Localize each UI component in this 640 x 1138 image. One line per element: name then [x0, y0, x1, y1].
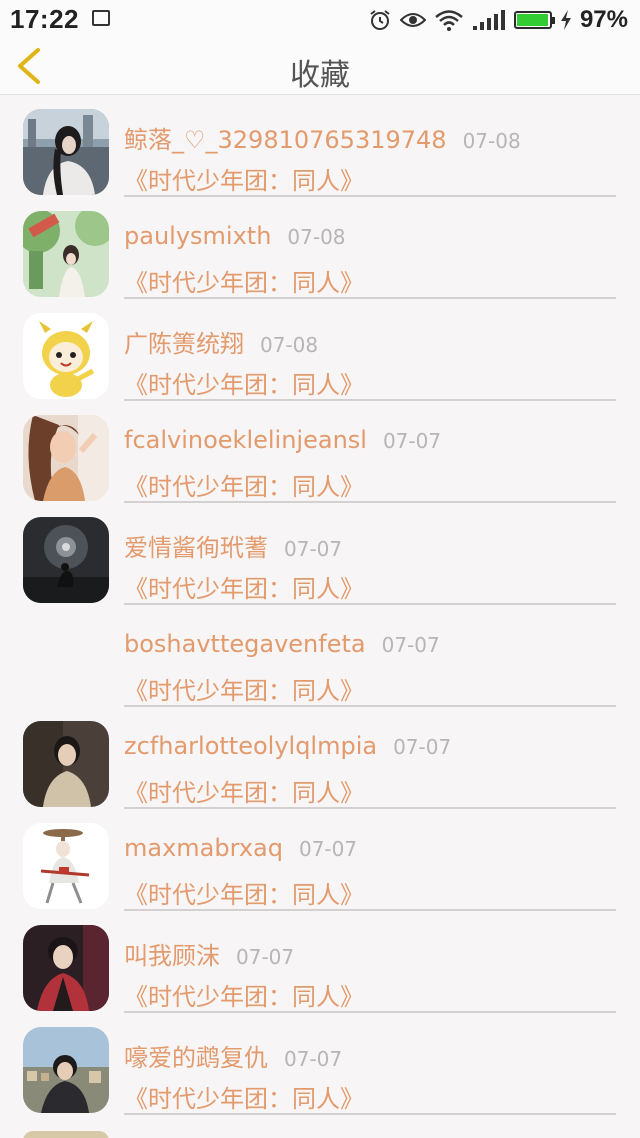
favorite-date: 07-08 [287, 225, 346, 249]
list-item[interactable]: 爱情酱徇玳蓍 07-07 《时代少年团：同人》 [0, 503, 640, 605]
avatar[interactable] [23, 1027, 109, 1113]
list-item[interactable]: 广陈箦统翔 07-08 《时代少年团：同人》 [0, 299, 640, 401]
user-name: fcalvinoeklelinjeansl [124, 426, 367, 454]
book-title[interactable]: 《时代少年团：同人》 [124, 1079, 364, 1114]
favorite-date: 07-07 [382, 429, 442, 453]
bolt-icon [560, 10, 571, 30]
list-item[interactable]: paulysmixth 07-08 《时代少年团：同人》 [0, 197, 640, 299]
avatar[interactable] [23, 211, 109, 297]
book-title[interactable]: 《时代少年团：同人》 [124, 161, 364, 196]
battery-icon [513, 11, 555, 29]
alarm-icon [370, 10, 390, 30]
user-name: 叫我顾沫 [124, 942, 220, 970]
divider [124, 1113, 616, 1115]
image-icon [92, 10, 110, 26]
list-item[interactable]: fcalvinoeklelinjeansl 07-07 《时代少年团：同人》 [0, 401, 640, 503]
avatar[interactable] [23, 721, 109, 807]
favorite-date: 07-08 [462, 129, 521, 153]
app-header: 收藏 [0, 40, 640, 95]
avatar[interactable] [23, 313, 109, 399]
list-item[interactable]: maxmabrxaq 07-07 《时代少年团：同人》 [0, 809, 640, 911]
user-name: zcfharlotteolylqlmpia [124, 732, 378, 760]
book-title[interactable]: 《时代少年团：同人》 [124, 569, 364, 604]
avatar[interactable] [23, 517, 109, 603]
status-bar: 17:22 97% [0, 0, 640, 40]
list-item[interactable]: zcfharlotteolylqlmpia 07-07 《时代少年团：同人》 [0, 707, 640, 809]
battery-percent: 97% [579, 6, 628, 33]
book-title[interactable]: 《时代少年团：同人》 [124, 875, 364, 910]
signal-icon [472, 10, 505, 30]
book-title[interactable]: 《时代少年团：同人》 [124, 671, 364, 706]
avatar[interactable] [23, 925, 109, 1011]
user-name: 广陈箦统翔 [124, 330, 244, 358]
favorite-date: 07-07 [284, 537, 343, 561]
favorites-list: 鲸落_♡_329810765319748 07-08 《时代少年团：同人》 pau… [0, 95, 640, 1138]
avatar[interactable] [23, 823, 109, 909]
user-name: paulysmixth [124, 222, 272, 250]
eye-icon [399, 13, 426, 27]
book-title[interactable]: 《时代少年团：同人》 [124, 773, 364, 808]
user-name: 爱情酱徇玳蓍 [124, 534, 268, 562]
list-item[interactable]: boshavttegavenfeta 07-07 《时代少年团：同人》 [0, 605, 640, 707]
avatar[interactable] [23, 415, 109, 501]
list-item[interactable]: 叫我顾沫 07-07 《时代少年团：同人》 [0, 911, 640, 1013]
user-name: 鲸落_♡_329810765319748 [124, 126, 447, 154]
user-name: 嚎爱的鹉复仇 [124, 1044, 268, 1072]
page-title: 收藏 [290, 58, 350, 93]
book-title[interactable]: 《时代少年团：同人》 [124, 977, 364, 1012]
book-title[interactable]: 《时代少年团：同人》 [124, 365, 364, 400]
book-title[interactable]: 《时代少年团：同人》 [124, 467, 364, 502]
status-time: 17:22 [10, 4, 79, 34]
favorite-date: 07-07 [381, 633, 440, 657]
user-name: boshavttegavenfeta [124, 630, 366, 658]
list-item[interactable]: 鲸落_♡_329810765319748 07-08 《时代少年团：同人》 [0, 95, 640, 197]
favorite-date: 07-08 [260, 333, 319, 357]
avatar[interactable] [23, 109, 109, 195]
favorite-date: 07-07 [298, 837, 358, 861]
list-item[interactable]: 嚎爱的鹉复仇 07-07 《时代少年团：同人》 [0, 1013, 640, 1115]
status-icons: 97% [368, 6, 628, 34]
wifi-icon [435, 10, 463, 31]
book-title[interactable]: 《时代少年团：同人》 [124, 263, 364, 298]
avatar [23, 1131, 109, 1138]
user-name: maxmabrxaq [124, 834, 283, 862]
favorite-date: 07-07 [236, 945, 295, 969]
favorite-date: 07-07 [284, 1047, 343, 1071]
favorite-date: 07-07 [393, 735, 452, 759]
